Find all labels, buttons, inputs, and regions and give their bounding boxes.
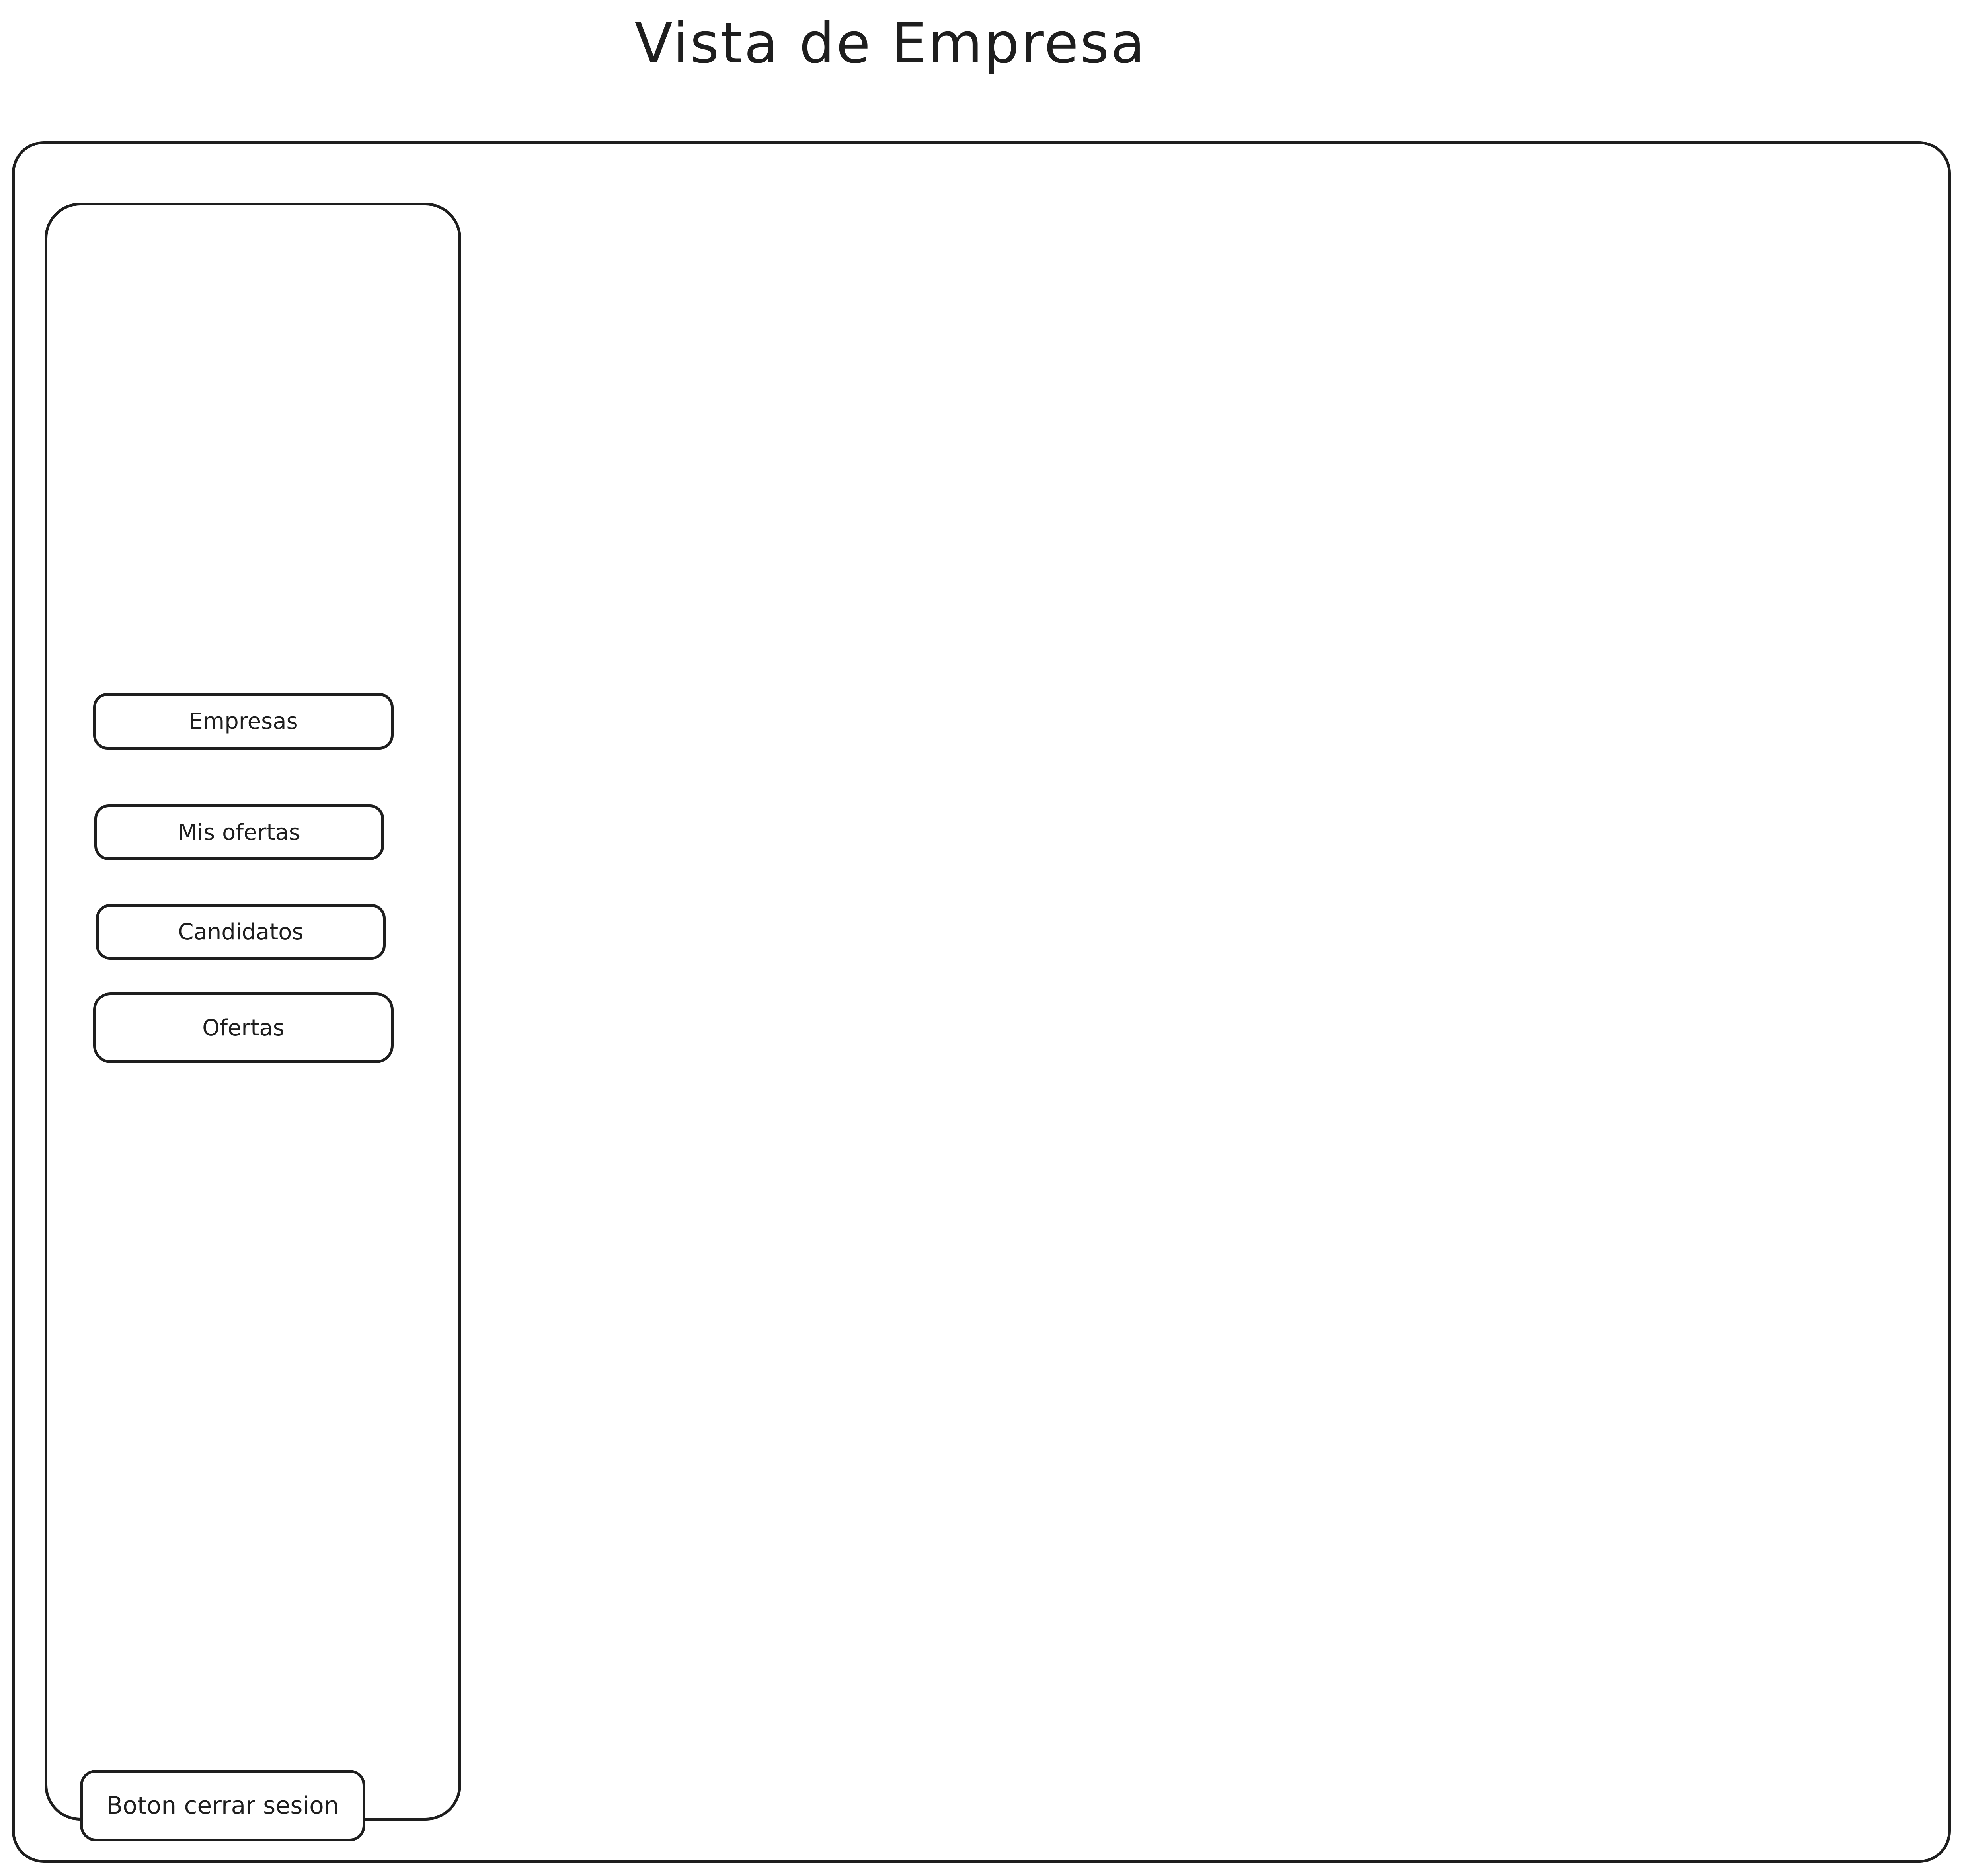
logout-button[interactable]: Boton cerrar sesion: [80, 1770, 365, 1841]
page-title: Vista de Empresa: [634, 11, 1147, 76]
main-content-area: [476, 184, 1929, 1836]
sidebar-item-label: Candidatos: [178, 919, 304, 945]
sidebar-item-label: Empresas: [189, 708, 298, 734]
sidebar-item-label: Mis ofertas: [178, 819, 300, 845]
sidebar-item-mis-ofertas[interactable]: Mis ofertas: [94, 804, 384, 860]
sidebar: Empresas Mis ofertas Candidatos Ofertas …: [45, 203, 461, 1841]
sidebar-item-label: Ofertas: [202, 1015, 285, 1041]
sidebar-item-ofertas[interactable]: Ofertas: [93, 992, 394, 1063]
app-window: Empresas Mis ofertas Candidatos Ofertas …: [12, 141, 1951, 1863]
sidebar-item-empresas[interactable]: Empresas: [93, 693, 394, 750]
logout-button-label: Boton cerrar sesion: [106, 1792, 339, 1819]
sidebar-item-candidatos[interactable]: Candidatos: [96, 904, 386, 960]
